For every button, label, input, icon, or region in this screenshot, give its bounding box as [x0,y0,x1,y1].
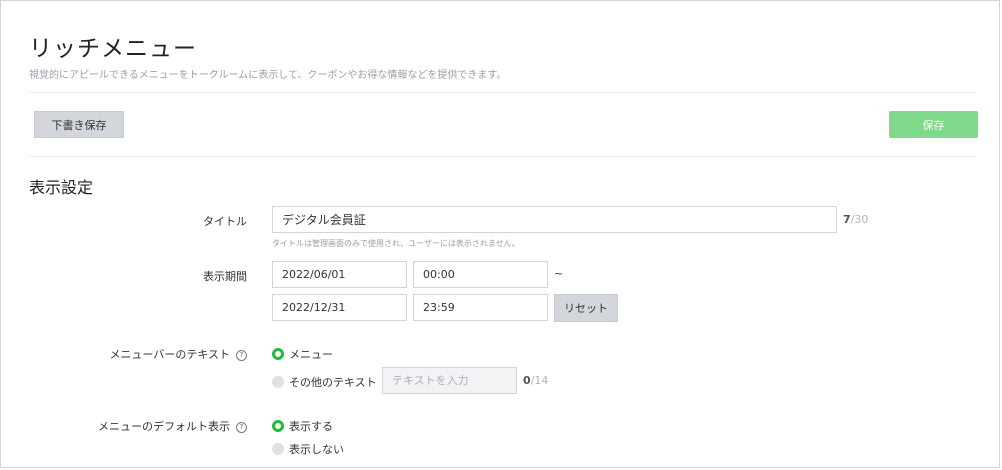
radio-menubar-default[interactable]: メニュー [272,346,333,362]
menubar-text-label: メニューバーのテキスト? [109,346,247,362]
radio-label: メニュー [289,348,333,361]
radio-label: その他のテキスト [289,376,377,389]
radio-unselected-icon [272,443,284,455]
end-time-input[interactable] [413,294,548,321]
rich-menu-panel: リッチメニュー 視覚的にアピールできるメニューをトークルームに表示して、クーポン… [0,0,1000,468]
start-time-input[interactable] [413,261,548,288]
custom-text-char-counter: 0/14 [523,374,549,387]
title-label: タイトル [203,215,247,228]
page-title: リッチメニュー [29,36,197,62]
reset-button[interactable]: リセット [554,294,618,322]
radio-display-show[interactable]: 表示する [272,418,333,434]
help-icon[interactable]: ? [236,422,247,433]
custom-text-input[interactable] [382,367,517,394]
section-title: 表示設定 [29,178,94,197]
radio-selected-icon [272,420,284,432]
period-label: 表示期間 [203,270,247,283]
radio-display-hide[interactable]: 表示しない [272,441,344,457]
title-char-counter: 7/30 [843,213,869,226]
period-separator: ~ [554,267,564,280]
end-date-input[interactable] [272,294,407,321]
help-icon[interactable]: ? [236,350,247,361]
save-button[interactable]: 保存 [889,111,978,138]
radio-selected-icon [272,348,284,360]
divider [29,92,975,93]
default-display-label: メニューのデフォルト表示? [98,418,247,434]
title-hint: タイトルは管理画面のみで使用され、ユーザーには表示されません。 [272,239,520,248]
radio-label: 表示する [289,420,333,433]
start-date-input[interactable] [272,261,407,288]
radio-unselected-icon [272,376,284,388]
title-input[interactable] [272,206,837,233]
radio-label: 表示しない [289,443,344,456]
page-description: 視覚的にアピールできるメニューをトークルームに表示して、クーポンやお得な情報など… [29,70,507,81]
divider [29,156,975,157]
radio-menubar-custom[interactable]: その他のテキスト [272,374,377,390]
save-draft-button[interactable]: 下書き保存 [34,111,124,138]
